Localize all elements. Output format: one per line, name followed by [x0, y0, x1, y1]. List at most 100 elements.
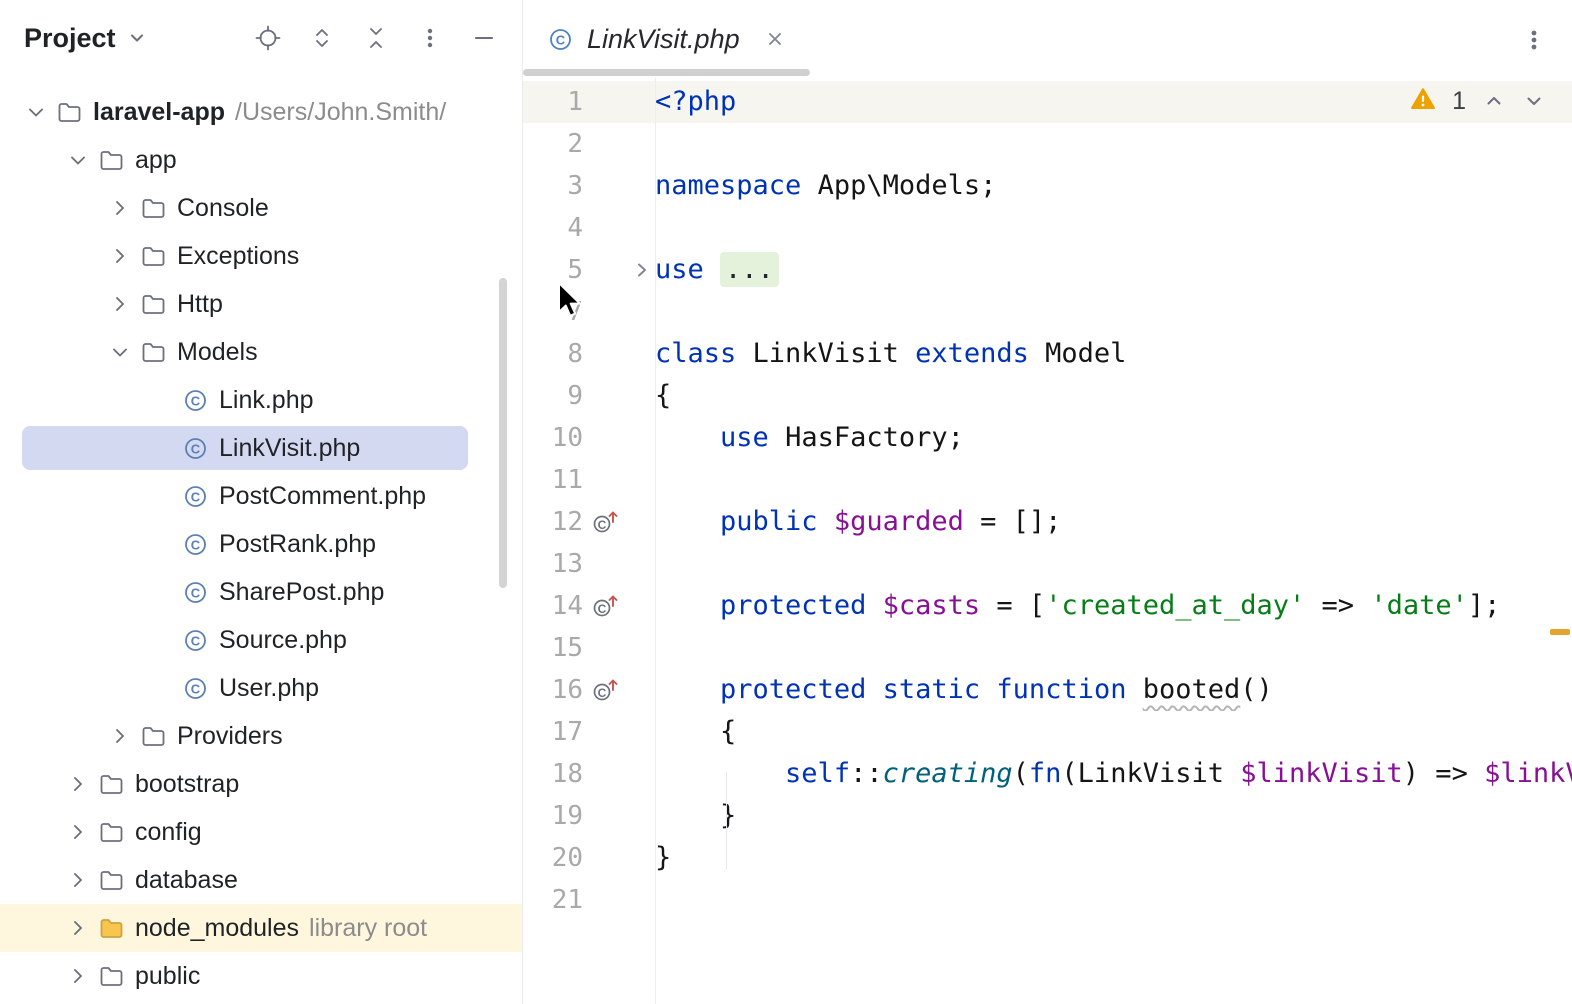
error-stripe-warning-mark[interactable]	[1550, 629, 1570, 635]
tree-item-file-link-php[interactable]: CLink.php	[0, 376, 522, 424]
tree-item-file-user-php[interactable]: CUser.php	[0, 664, 522, 712]
chevron-right-icon[interactable]	[106, 290, 134, 318]
expand-all-icon[interactable]	[308, 24, 336, 52]
code-text[interactable]: namespace App\Models;	[655, 165, 1572, 207]
chevron-right-icon[interactable]	[64, 866, 92, 894]
close-tab-icon[interactable]	[763, 27, 787, 51]
code-line-11[interactable]: 11	[523, 459, 1572, 501]
chevron-right-icon[interactable]	[106, 194, 134, 222]
tree-item-folder-exceptions[interactable]: Exceptions	[0, 232, 522, 280]
code-line-15[interactable]: 15	[523, 627, 1572, 669]
warning-icon[interactable]	[1410, 86, 1436, 117]
code-token	[866, 590, 882, 621]
locate-icon[interactable]	[254, 24, 282, 52]
code-line-8[interactable]: 8class LinkVisit extends Model	[523, 333, 1572, 375]
chevron-down-icon[interactable]	[22, 98, 50, 126]
override-gutter-icon[interactable]: C	[583, 592, 629, 620]
code-token	[1126, 674, 1142, 705]
tree-item-folder-bootstrap[interactable]: bootstrap	[0, 760, 522, 808]
code-token: $linkVisit	[1484, 758, 1572, 789]
code-line-7[interactable]: 7	[523, 291, 1572, 333]
code-text[interactable]: }	[655, 795, 1572, 837]
code-line-14[interactable]: 14C protected $casts = ['created_at_day'…	[523, 585, 1572, 627]
code-text[interactable]: {	[655, 375, 1572, 417]
override-gutter-icon[interactable]: C	[583, 508, 629, 536]
code-line-17[interactable]: 17 {	[523, 711, 1572, 753]
inspection-widget: 1	[1410, 86, 1546, 116]
tree-item-folder-laravel-app[interactable]: laravel-app/Users/John.Smith/	[0, 88, 522, 136]
chevron-spacer	[148, 386, 176, 414]
code-line-5[interactable]: 5use ...	[523, 249, 1572, 291]
tree-item-folder-public[interactable]: public	[0, 952, 522, 1000]
collapse-all-icon[interactable]	[362, 24, 390, 52]
code-text[interactable]: use HasFactory;	[655, 417, 1572, 459]
code-line-2[interactable]: 2	[523, 123, 1572, 165]
tree-item-file-source-php[interactable]: C Source.php	[0, 616, 522, 664]
code-line-19[interactable]: 19 }	[523, 795, 1572, 837]
chevron-right-icon[interactable]	[64, 914, 92, 942]
tree-item-folder-http[interactable]: Http	[0, 280, 522, 328]
code-text[interactable]: use ...	[655, 249, 1572, 291]
editor-options-kebab-icon[interactable]	[1520, 26, 1548, 54]
previous-problem-icon[interactable]	[1482, 89, 1506, 113]
code-token: (LinkVisit	[1061, 758, 1240, 789]
tree-scrollbar[interactable]	[499, 278, 507, 588]
chevron-right-icon[interactable]	[106, 242, 134, 270]
code-text[interactable]: protected $casts = ['created_at_day' => …	[655, 585, 1572, 627]
code-editor[interactable]: 1 <?php 23namespace App\Models;45use ...78…	[523, 78, 1572, 1004]
chevron-right-icon[interactable]	[106, 722, 134, 750]
code-text[interactable]: {	[655, 711, 1572, 753]
tree-item-file-linkvisit-php[interactable]: CLinkVisit.php	[0, 424, 522, 472]
editor-tab-linkvisit[interactable]: C LinkVisit.php	[541, 24, 793, 55]
code-line-4[interactable]: 4	[523, 207, 1572, 249]
tree-item-folder-app[interactable]: app	[0, 136, 522, 184]
tree-item-label: Source.php	[219, 626, 347, 655]
code-token: <?php	[655, 86, 736, 117]
tree-item-folder-console[interactable]: Console	[0, 184, 522, 232]
code-text[interactable]: }	[655, 837, 1572, 879]
chevron-down-icon[interactable]	[126, 27, 148, 49]
code-text[interactable]: self::creating(fn(LinkVisit $linkVisit) …	[655, 753, 1572, 795]
tree-item-folder-node-modules[interactable]: node_moduleslibrary root	[0, 904, 522, 952]
code-line-21[interactable]: 21	[523, 879, 1572, 921]
code-text[interactable]: protected static function booted()	[655, 669, 1572, 711]
tab-title: LinkVisit.php	[587, 24, 740, 55]
code-text[interactable]: public $guarded = [];	[655, 501, 1572, 543]
tab-scroll-indicator[interactable]	[523, 69, 810, 76]
code-line-13[interactable]: 13	[523, 543, 1572, 585]
code-line-3[interactable]: 3namespace App\Models;	[523, 165, 1572, 207]
chevron-right-icon[interactable]	[64, 770, 92, 798]
chevron-right-icon[interactable]	[64, 818, 92, 846]
code-line-16[interactable]: 16C protected static function booted()	[523, 669, 1572, 711]
php-class-icon: C	[182, 675, 209, 702]
override-gutter-icon[interactable]: C	[583, 676, 629, 704]
tree-item-folder-providers[interactable]: Providers	[0, 712, 522, 760]
tree-item-file-sharepost-php[interactable]: CSharePost.php	[0, 568, 522, 616]
tree-item-file-postcomment-php[interactable]: CPostComment.php	[0, 472, 522, 520]
chevron-right-icon[interactable]	[64, 962, 92, 990]
code-text[interactable]: class LinkVisit extends Model	[655, 333, 1572, 375]
hide-icon[interactable]	[470, 24, 498, 52]
code-line-9[interactable]: 9{	[523, 375, 1572, 417]
tree-item-file-postrank-php[interactable]: CPostRank.php	[0, 520, 522, 568]
code-token: extends	[915, 338, 1029, 369]
tree-item-folder-database[interactable]: database	[0, 856, 522, 904]
php-class-icon: C	[182, 627, 209, 654]
chevron-down-icon[interactable]	[64, 146, 92, 174]
tree-item-folder-models[interactable]: Models	[0, 328, 522, 376]
line-number: 10	[523, 423, 583, 453]
chevron-down-icon[interactable]	[106, 338, 134, 366]
code-line-20[interactable]: 20}	[523, 837, 1572, 879]
more-icon[interactable]	[416, 24, 444, 52]
code-token: $linkVisit	[1240, 758, 1403, 789]
code-token	[655, 422, 720, 453]
editor-gutter: 12C	[523, 507, 655, 537]
tree-item-folder-config[interactable]: config	[0, 808, 522, 856]
project-panel-title[interactable]: Project	[24, 23, 116, 54]
next-problem-icon[interactable]	[1522, 89, 1546, 113]
code-line-18[interactable]: 18 self::creating(fn(LinkVisit $linkVisi…	[523, 753, 1572, 795]
code-line-12[interactable]: 12C public $guarded = [];	[523, 501, 1572, 543]
folded-region[interactable]: ...	[720, 252, 779, 287]
fold-region-icon[interactable]	[629, 260, 655, 280]
code-line-10[interactable]: 10 use HasFactory;	[523, 417, 1572, 459]
